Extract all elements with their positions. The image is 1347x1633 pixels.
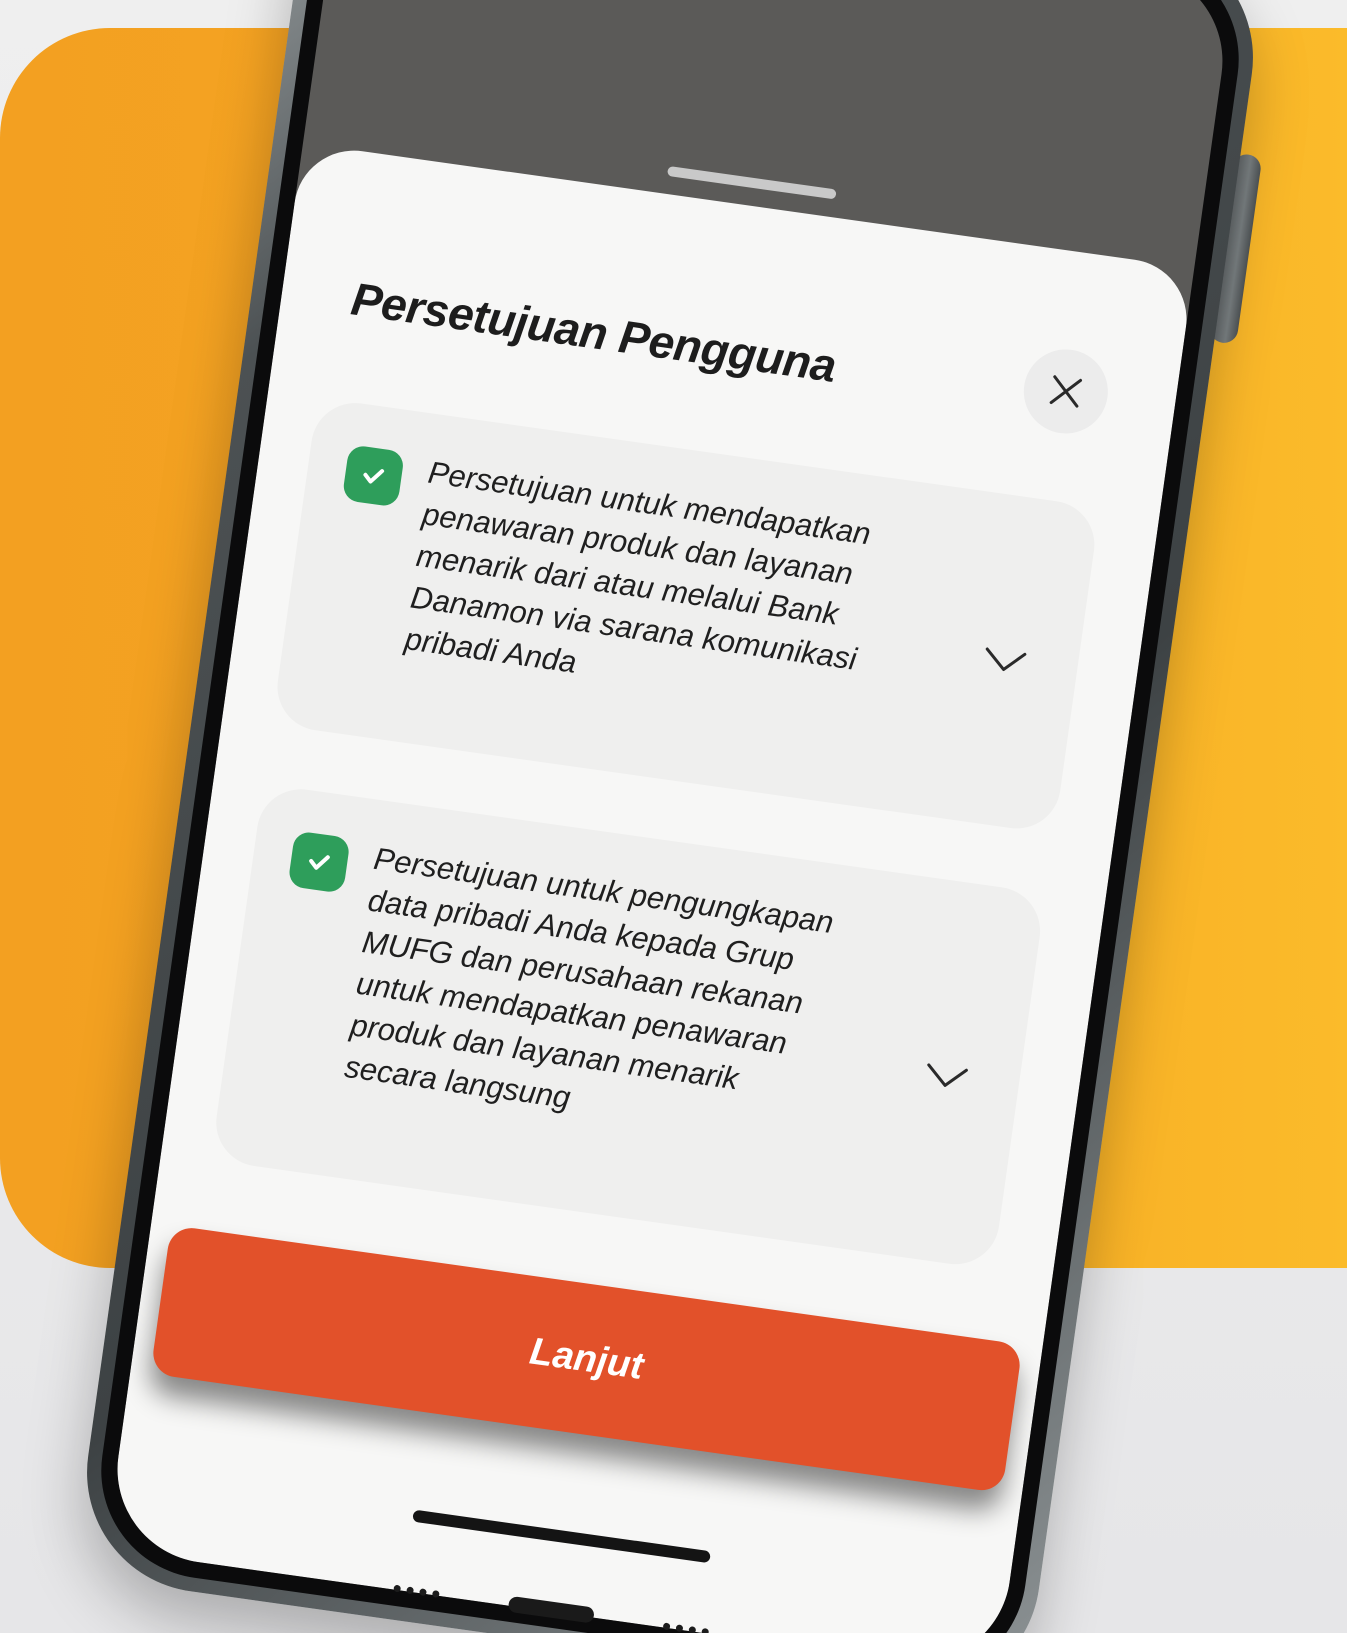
- consent-card-data-disclosure[interactable]: Persetujuan untuk pengungkapan data prib…: [210, 783, 1046, 1270]
- consent-card-marketing[interactable]: Persetujuan untuk mendapatkan penawaran …: [271, 397, 1101, 835]
- consent-checkbox-data-disclosure[interactable]: [287, 830, 351, 894]
- checkmark-icon: [309, 855, 330, 870]
- consent-text-marketing: Persetujuan untuk mendapatkan penawaran …: [402, 454, 873, 680]
- sheet-grabber-handle[interactable]: [666, 165, 837, 200]
- consent-text-data-disclosure: Persetujuan untuk pengungkapan data prib…: [342, 840, 836, 1116]
- close-icon: [1049, 375, 1083, 408]
- close-button[interactable]: [1018, 344, 1114, 439]
- marketing-stage: Persetujuan Pengguna Persetujuan untuk m…: [0, 0, 1347, 1633]
- chevron-down-icon[interactable]: [980, 643, 1030, 679]
- checkmark-icon: [363, 469, 385, 484]
- home-indicator: [412, 1509, 711, 1564]
- speaker-grille-right: [662, 1621, 710, 1633]
- speaker-grille-left: [393, 1584, 440, 1598]
- continue-button[interactable]: Lanjut: [150, 1225, 1023, 1494]
- consent-checkbox-marketing[interactable]: [341, 444, 405, 508]
- sheet-title: Persetujuan Pengguna: [348, 272, 840, 392]
- chevron-down-icon[interactable]: [921, 1058, 971, 1094]
